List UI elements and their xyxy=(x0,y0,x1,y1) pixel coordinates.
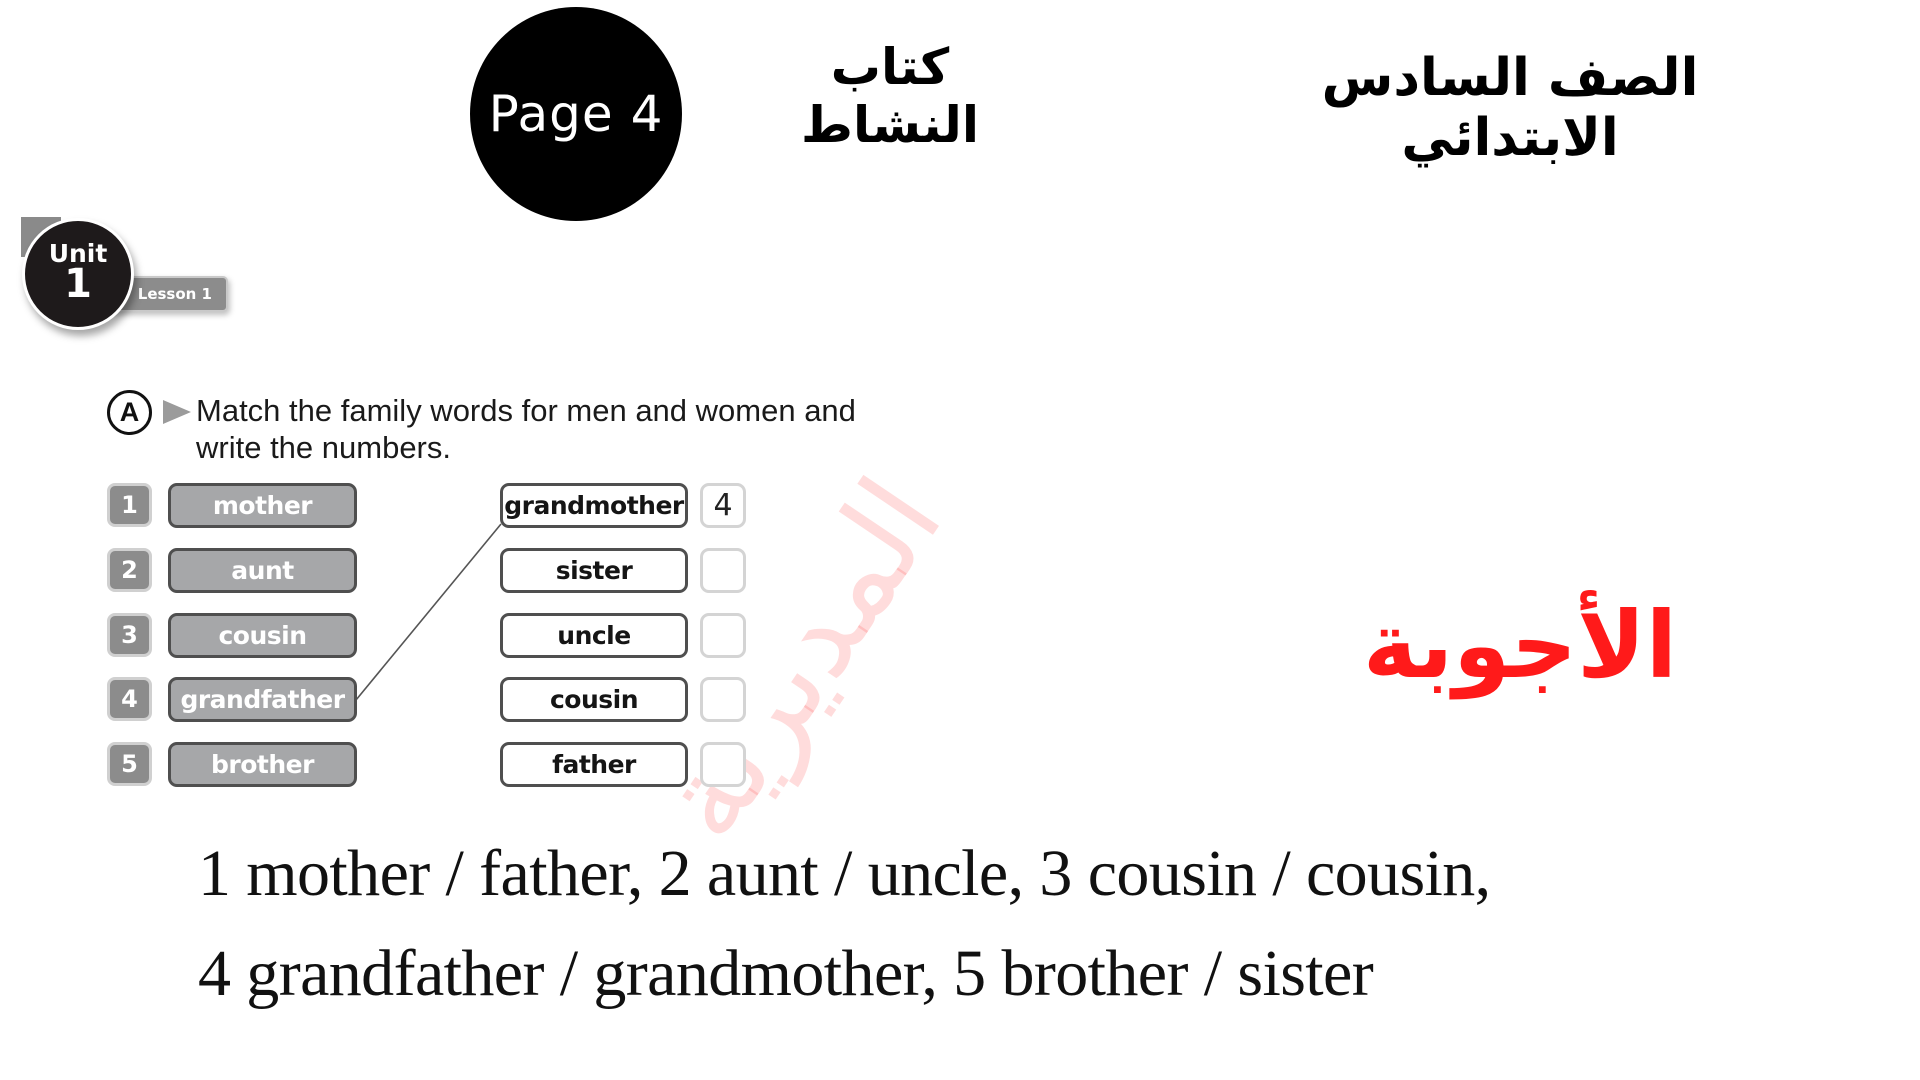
book-title: كتاب النشاط xyxy=(801,38,979,154)
unit-badge: Unit 1 xyxy=(22,218,134,330)
right-word-box: cousin xyxy=(500,677,688,722)
answer-key-line-1: 1 mother / father, 2 aunt / uncle, 3 cou… xyxy=(198,837,1491,910)
left-word-box: aunt xyxy=(168,548,357,593)
grade-title: الصف السادس الابتدائي xyxy=(1321,48,1699,168)
right-word-box: father xyxy=(500,742,688,787)
unit-number: 1 xyxy=(64,261,92,307)
right-word-box: grandmother xyxy=(500,483,688,528)
answer-box[interactable]: 4 xyxy=(700,483,746,528)
item-number: 2 xyxy=(107,548,152,592)
answer-box[interactable] xyxy=(700,742,746,787)
left-word-box: brother xyxy=(168,742,357,787)
match-line xyxy=(355,523,502,701)
instruction-line-2: write the numbers. xyxy=(196,430,451,465)
answer-box[interactable] xyxy=(700,677,746,722)
item-number: 1 xyxy=(107,483,152,527)
answer-box[interactable] xyxy=(700,613,746,658)
page-number-label: Page 4 xyxy=(488,85,664,143)
right-word-box: uncle xyxy=(500,613,688,658)
answer-key-line-2: 4 grandfather / grandmother, 5 brother /… xyxy=(198,937,1374,1010)
exercise-letter-badge: A xyxy=(107,390,152,435)
answer-box[interactable] xyxy=(700,548,746,593)
right-word-box: sister xyxy=(500,548,688,593)
instruction-line-1: Match the family words for men and women… xyxy=(196,393,856,428)
left-word-box: cousin xyxy=(168,613,357,658)
item-number: 3 xyxy=(107,613,152,657)
play-arrow-icon xyxy=(163,400,191,424)
item-number: 4 xyxy=(107,677,152,721)
left-word-box: grandfather xyxy=(168,677,357,722)
left-word-box: mother xyxy=(168,483,357,528)
item-number: 5 xyxy=(107,742,152,786)
answers-heading: الأجوبة xyxy=(1362,592,1678,699)
page-number-badge: Page 4 xyxy=(470,7,682,221)
